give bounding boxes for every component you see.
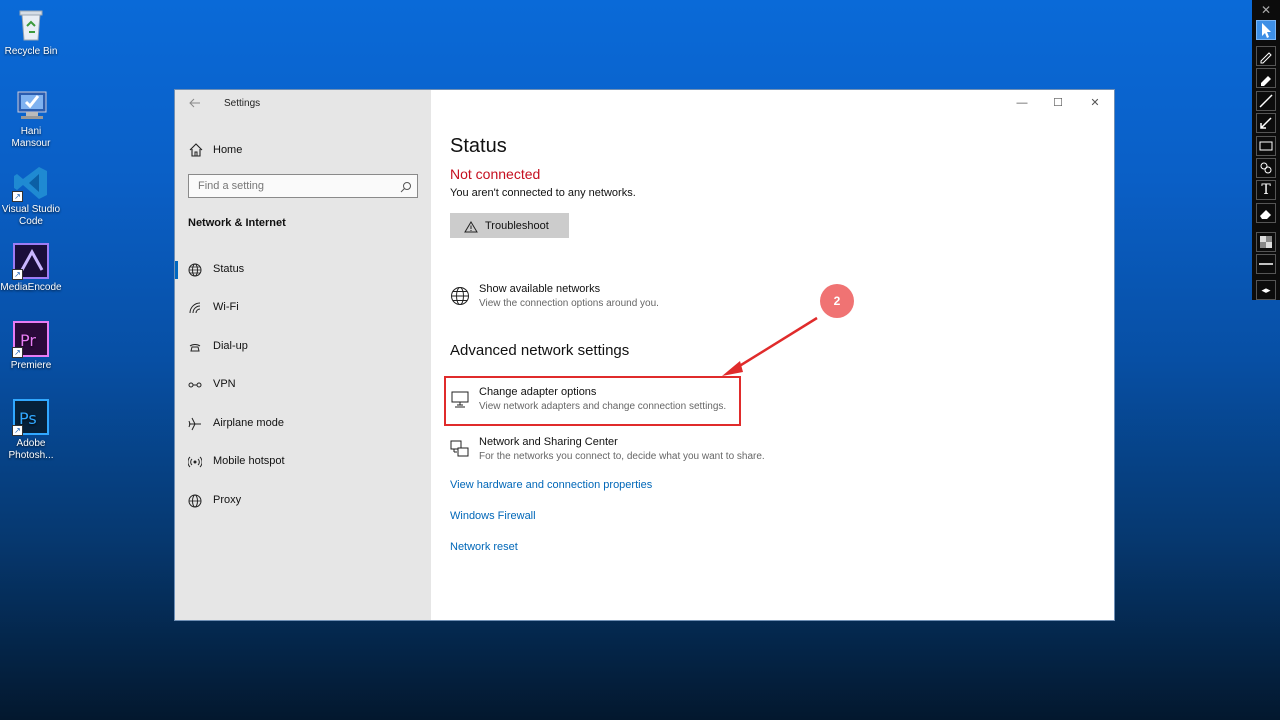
- settings-sidebar: Settings Home Find a setting Network & I…: [175, 90, 431, 620]
- user-computer-icon: [12, 86, 50, 124]
- home-label: Home: [213, 144, 243, 156]
- connection-state: Not connected: [450, 166, 541, 182]
- desktop-icon-mediaencode[interactable]: ↗ MediaEncode: [0, 242, 62, 294]
- cursor-icon[interactable]: [1256, 20, 1276, 40]
- search-placeholder: Find a setting: [198, 180, 265, 192]
- sidebar-item-label: Status: [213, 263, 245, 275]
- media-encoder-icon: ↗: [12, 242, 50, 280]
- text-icon[interactable]: T: [1256, 180, 1276, 200]
- troubleshoot-label: Troubleshoot: [485, 219, 549, 232]
- settings-window: Settings Home Find a setting Network & I…: [175, 90, 1114, 620]
- find-setting-input[interactable]: Find a setting: [188, 174, 418, 198]
- item-indicator: [175, 299, 178, 317]
- settings-main-pane: Status Not connected You aren't connecte…: [431, 90, 1114, 620]
- home-nav-item[interactable]: Home: [188, 141, 242, 159]
- item-indicator: [175, 492, 178, 510]
- globe-icon: [450, 286, 470, 306]
- link-network-reset[interactable]: Network reset: [450, 541, 518, 553]
- item-indicator: [175, 338, 178, 356]
- fill-icon[interactable]: [1256, 232, 1276, 252]
- sidebar-item-label: VPN: [213, 378, 236, 390]
- page-title: Status: [450, 135, 507, 157]
- network-sharing-icon: [450, 439, 470, 459]
- sidebar-item-label: Dial-up: [213, 340, 248, 352]
- sidebar-item-airplane-mode[interactable]: Airplane mode: [175, 411, 431, 437]
- sidebar-item-vpn[interactable]: VPN: [175, 372, 431, 398]
- premiere-icon: Pr ↗: [12, 320, 50, 358]
- link-windows-firewall[interactable]: Windows Firewall: [450, 510, 536, 522]
- selected-indicator: [175, 261, 178, 279]
- option-title: Show available networks: [479, 283, 601, 295]
- hotspot-icon: [187, 455, 203, 469]
- shortcut-arrow-icon: ↗: [12, 347, 23, 358]
- search-icon: [400, 180, 412, 193]
- marker-icon[interactable]: [1256, 68, 1276, 88]
- recycle-bin-icon: [12, 6, 50, 44]
- connection-detail: You aren't connected to any networks.: [450, 187, 636, 199]
- sidebar-item-label: Proxy: [213, 494, 242, 506]
- dialup-icon: [188, 340, 202, 354]
- wifi-icon: [188, 301, 202, 315]
- desktop-icon-label: MediaEncode: [0, 282, 62, 293]
- shortcut-arrow-icon: ↗: [12, 269, 23, 280]
- item-indicator: [175, 415, 178, 433]
- vscode-icon: ↗: [12, 164, 50, 202]
- desktop-icon-label: Hani Mansour: [11, 126, 51, 149]
- sidebar-item-label: Airplane mode: [213, 417, 284, 429]
- sidebar-item-dialup[interactable]: Dial-up: [175, 334, 431, 360]
- line-width-icon[interactable]: [1256, 254, 1276, 274]
- desktop-icon-recycle-bin[interactable]: Recycle Bin: [0, 6, 62, 58]
- annotation-step-badge: 2: [820, 284, 854, 318]
- warning-icon: [464, 220, 478, 232]
- item-indicator: [175, 376, 178, 394]
- link-view-hardware-properties[interactable]: View hardware and connection properties: [450, 479, 652, 491]
- advanced-settings-heading: Advanced network settings: [450, 342, 630, 359]
- option-description: View the connection options around you.: [479, 298, 659, 309]
- home-icon: [188, 142, 204, 158]
- toolbar-close-icon[interactable]: ✕: [1252, 2, 1280, 18]
- desktop-icon-premiere[interactable]: Pr ↗ Premiere: [0, 320, 62, 372]
- troubleshoot-button[interactable]: Troubleshoot: [450, 213, 569, 238]
- item-indicator: [175, 453, 178, 471]
- desktop-icon-label: Visual Studio Code: [1, 204, 61, 227]
- desktop-icon-vscode[interactable]: ↗ Visual Studio Code: [0, 164, 62, 228]
- desktop-icon-label: Premiere: [10, 360, 52, 371]
- airplane-icon: [188, 417, 202, 431]
- show-available-networks[interactable]: Show available networks View the connect…: [450, 283, 850, 317]
- sidebar-item-status[interactable]: Status: [175, 257, 431, 283]
- back-arrow-icon[interactable]: [188, 96, 204, 112]
- option-description: For the networks you connect to, decide …: [479, 451, 765, 462]
- desktop-icon-hani-mansour[interactable]: Hani Mansour: [0, 86, 62, 150]
- line-icon[interactable]: [1256, 91, 1276, 111]
- section-title: Network & Internet: [188, 217, 286, 229]
- sidebar-item-label: Wi-Fi: [213, 301, 239, 313]
- proxy-globe-icon: [188, 494, 202, 508]
- desktop-icon-photoshop[interactable]: Ps ↗ Adobe Photosh...: [0, 398, 62, 462]
- sidebar-item-label: Mobile hotspot: [213, 455, 285, 467]
- annotation-highlight-box: [444, 376, 741, 426]
- photoshop-icon: Ps ↗: [12, 398, 50, 436]
- pen-icon[interactable]: [1256, 46, 1276, 66]
- swap-icon[interactable]: ◂▸: [1256, 280, 1276, 300]
- sidebar-item-proxy[interactable]: Proxy: [175, 488, 431, 514]
- eraser-icon[interactable]: [1256, 203, 1276, 223]
- shortcut-arrow-icon: ↗: [12, 191, 23, 202]
- sidebar-item-mobile-hotspot[interactable]: Mobile hotspot: [175, 449, 431, 475]
- stamp-icon[interactable]: [1256, 158, 1276, 178]
- annotation-toolbar: ✕ T ◂▸: [1252, 0, 1280, 300]
- network-sharing-center[interactable]: Network and Sharing Center For the netwo…: [450, 436, 850, 470]
- shortcut-arrow-icon: ↗: [12, 425, 23, 436]
- globe-icon: [188, 263, 202, 277]
- sidebar-item-wifi[interactable]: Wi-Fi: [175, 295, 431, 321]
- vpn-icon: [188, 378, 202, 392]
- arrow-icon[interactable]: [1256, 113, 1276, 133]
- window-title: Settings: [224, 98, 261, 109]
- desktop-icon-label: Recycle Bin: [4, 46, 58, 57]
- rectangle-icon[interactable]: [1256, 136, 1276, 156]
- option-title: Network and Sharing Center: [479, 436, 618, 448]
- desktop-icon-label: Adobe Photosh...: [8, 438, 54, 461]
